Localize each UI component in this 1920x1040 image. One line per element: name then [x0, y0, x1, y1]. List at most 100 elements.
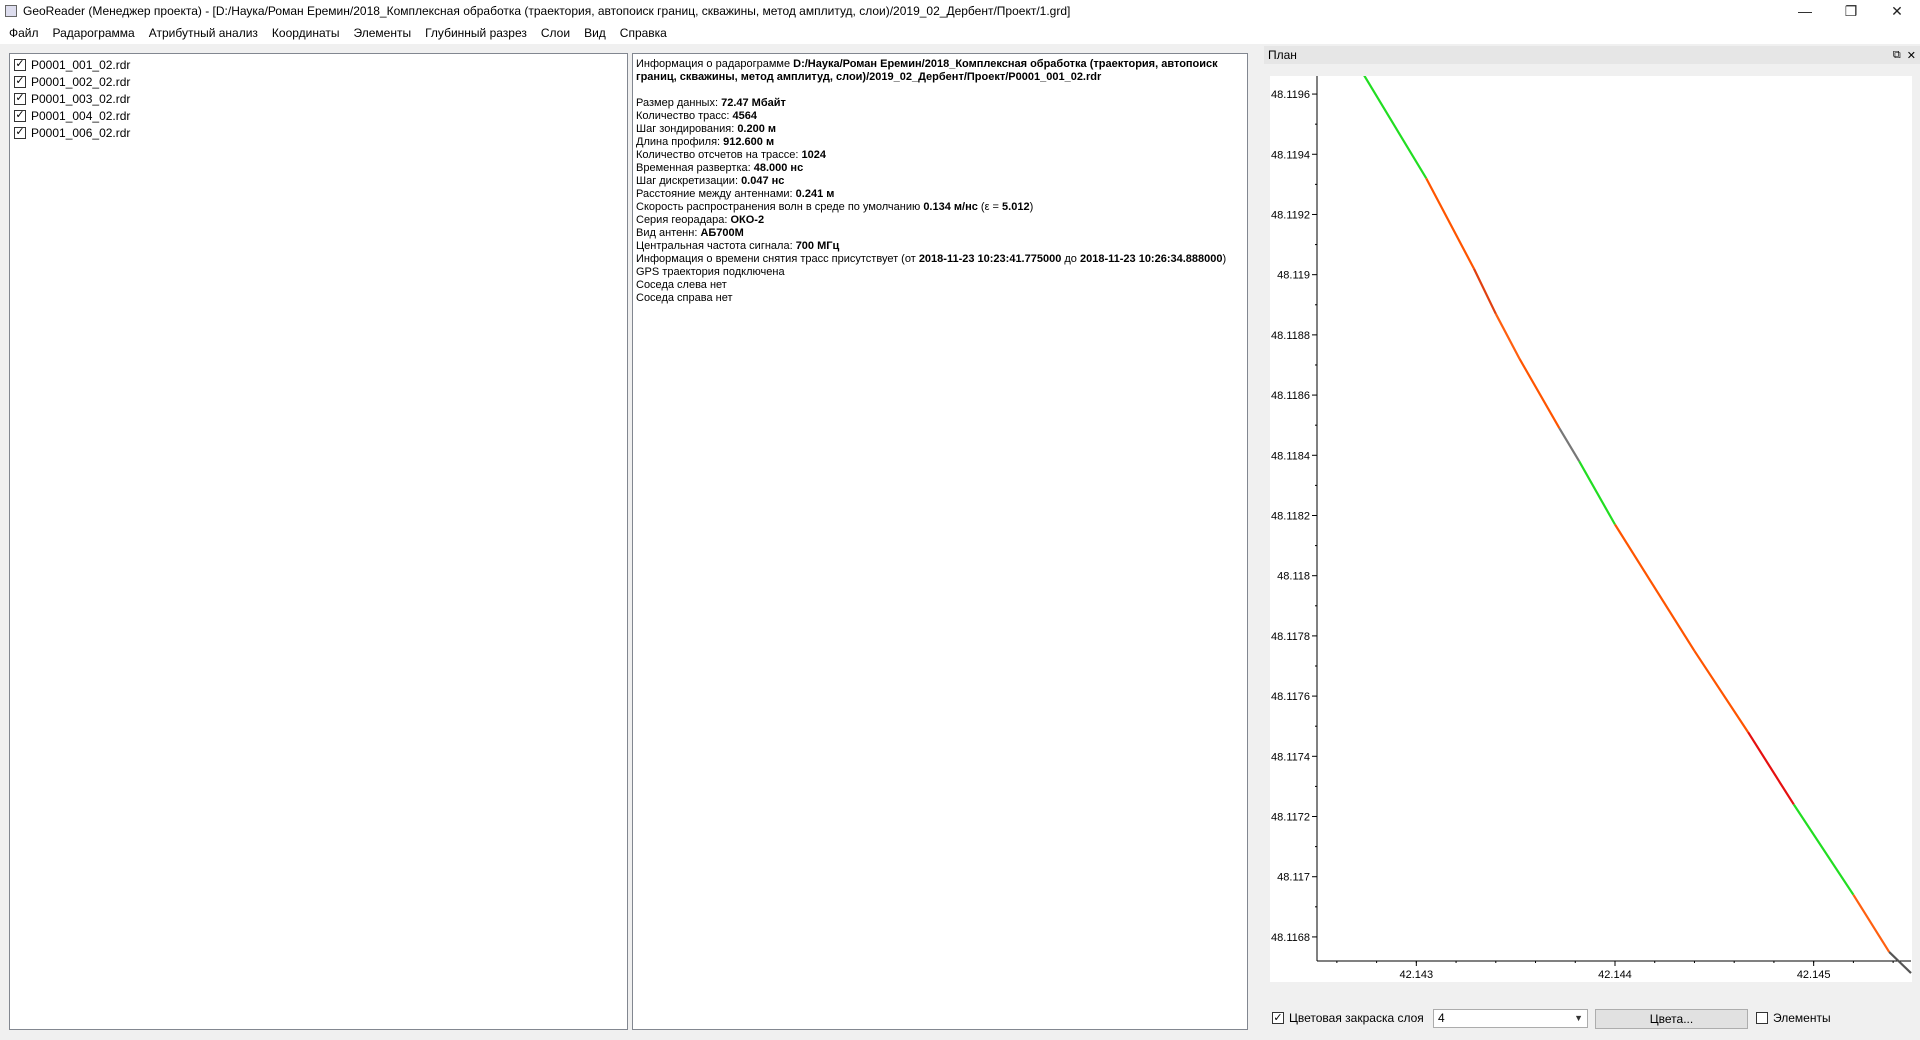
- info-value: ОКО-2: [730, 214, 765, 226]
- window-title: GeoReader (Менеджер проекта) - [D:/Наука…: [23, 4, 1071, 18]
- menu-attribute-analysis[interactable]: Атрибутный анализ: [142, 22, 265, 44]
- menu-radargram[interactable]: Радарограмма: [46, 22, 142, 44]
- info-row: Временная развертка: 48.000 нс: [636, 162, 1244, 175]
- y-tick-label: 48.1186: [1271, 390, 1310, 402]
- trajectory-segment: [1472, 268, 1497, 315]
- trajectory-segment: [1558, 427, 1581, 462]
- menu-file[interactable]: Файл: [2, 22, 46, 44]
- menu-layers[interactable]: Слои: [534, 22, 577, 44]
- info-label: Центральная частота сигнала:: [636, 240, 796, 252]
- file-name: P0001_003_02.rdr: [31, 91, 131, 106]
- info-row: Серия георадара: ОКО-2: [636, 214, 1244, 227]
- close-icon[interactable]: ✕: [1874, 0, 1920, 22]
- plan-dock-title: План ⧉ ✕: [1264, 46, 1920, 64]
- info-label: Серия георадара:: [636, 214, 731, 226]
- restore-icon[interactable]: ❐: [1828, 0, 1874, 22]
- file-item[interactable]: ✓ P0001_006_02.rdr: [14, 124, 623, 141]
- info-value: 2018-11-23 10:23:41.775000: [918, 253, 1062, 265]
- info-label: Скорость распространения волн в среде по…: [636, 201, 924, 213]
- chevron-down-icon: ▼: [1574, 1013, 1583, 1023]
- x-tick-label: 42.145: [1797, 969, 1831, 981]
- file-item[interactable]: ✓ P0001_002_02.rdr: [14, 73, 623, 90]
- file-checkbox[interactable]: ✓: [14, 109, 26, 122]
- info-row: Количество трасс: 4564: [636, 110, 1244, 123]
- y-tick-label: 48.1196: [1271, 89, 1310, 101]
- info-row: Расстояние между антеннами: 0.241 м: [636, 188, 1244, 201]
- close-icon[interactable]: ✕: [1907, 49, 1916, 62]
- info-value: 48.000 нс: [753, 162, 804, 174]
- info-label: Шаг зондирования:: [636, 123, 738, 135]
- info-label: ): [1029, 201, 1034, 213]
- file-checkbox[interactable]: ✓: [14, 126, 26, 139]
- info-label: ): [1222, 253, 1227, 265]
- info-row: Центральная частота сигнала: 700 МГц: [636, 240, 1244, 253]
- info-value: 912.600 м: [723, 136, 775, 148]
- info-label: Количество отсчетов на трассе:: [636, 149, 802, 161]
- menu-view[interactable]: Вид: [577, 22, 613, 44]
- info-gps-status: GPS траектория подключена: [636, 266, 785, 278]
- file-list-panel: ✓ P0001_001_02.rdr ✓ P0001_002_02.rdr ✓ …: [9, 53, 628, 1030]
- info-label: до: [1061, 253, 1080, 265]
- x-tick-label: 42.144: [1598, 969, 1632, 981]
- window-controls: — ❐ ✕: [1782, 0, 1920, 22]
- file-item[interactable]: ✓ P0001_004_02.rdr: [14, 107, 623, 124]
- info-time-row: Информация о времени снятия трасс присут…: [636, 253, 1244, 266]
- file-name: P0001_001_02.rdr: [31, 57, 131, 72]
- info-label: Вид антенн:: [636, 227, 701, 239]
- menu-coordinates[interactable]: Координаты: [265, 22, 347, 44]
- plan-chart[interactable]: 48.1196 48.1194 48.1192 48.119 48.1188 48.118…: [1270, 72, 1912, 982]
- info-row: Шаг зондирования: 0.200 м: [636, 123, 1244, 136]
- file-checkbox[interactable]: ✓: [14, 58, 26, 71]
- menu-depth-section[interactable]: Глубинный разрез: [418, 22, 534, 44]
- elements-checkbox[interactable]: [1756, 1012, 1768, 1024]
- float-icon[interactable]: ⧉: [1893, 49, 1901, 62]
- color-fill-toggle[interactable]: ✓ Цветовая закраска слоя: [1272, 1011, 1424, 1025]
- y-tick-label: 48.117: [1277, 872, 1310, 884]
- info-left-neighbor: Соседа слева нет: [636, 279, 727, 291]
- elements-toggle[interactable]: Элементы: [1756, 1011, 1831, 1025]
- file-name: P0001_006_02.rdr: [31, 125, 131, 140]
- file-checkbox[interactable]: ✓: [14, 75, 26, 88]
- trajectory-segment: [1693, 650, 1750, 733]
- app-icon: [5, 5, 17, 17]
- info-row: Шаг дискретизации: 0.047 нс: [636, 175, 1244, 188]
- info-row: Вид антенн: АБ700М: [636, 227, 1244, 240]
- info-value: 1024: [801, 149, 826, 161]
- info-label: Длина профиля:: [636, 136, 724, 148]
- menu-help[interactable]: Справка: [613, 22, 674, 44]
- y-tick-label: 48.1184: [1271, 450, 1310, 462]
- file-checkbox[interactable]: ✓: [14, 92, 26, 105]
- trajectory-segment: [1578, 460, 1616, 526]
- y-tick-label: 48.1168: [1271, 932, 1310, 944]
- info-label: Временная развертка:: [636, 162, 754, 174]
- file-item[interactable]: ✓ P0001_001_02.rdr: [14, 56, 623, 73]
- info-row: Размер данных: 72.47 Мбайт: [636, 97, 1244, 110]
- menu-elements[interactable]: Элементы: [347, 22, 419, 44]
- colors-button[interactable]: Цвета...: [1595, 1009, 1748, 1029]
- info-value: 5.012: [1002, 201, 1030, 213]
- color-fill-checkbox[interactable]: ✓: [1272, 1012, 1284, 1024]
- info-header-label: Информация о радарограмме: [636, 58, 794, 70]
- y-tick-label: 48.1182: [1271, 510, 1310, 522]
- layer-select-value: 4: [1438, 1011, 1445, 1025]
- file-item[interactable]: ✓ P0001_003_02.rdr: [14, 90, 623, 107]
- info-header: Информация о радарограмме D:/Наука/Роман…: [636, 58, 1244, 84]
- plan-dock-title-text: План: [1268, 48, 1297, 62]
- info-value: 0.047 нс: [741, 175, 785, 187]
- plan-controls: ✓ Цветовая закраска слоя 4 ▼ Цвета... Эл…: [1264, 1007, 1920, 1031]
- info-label: Количество трасс:: [636, 110, 733, 122]
- y-tick-label: 48.1174: [1271, 751, 1310, 763]
- info-label: Шаг дискретизации:: [636, 175, 742, 187]
- trajectory-segment: [1888, 951, 1912, 974]
- info-value: 72.47 Мбайт: [721, 97, 786, 109]
- plan-plot[interactable]: 48.1196 48.1194 48.1192 48.119 48.1188 48.118…: [1270, 72, 1912, 982]
- y-tick-label: 48.1176: [1271, 691, 1310, 703]
- y-tick-label: 48.1188: [1271, 330, 1310, 342]
- minimize-icon[interactable]: —: [1782, 0, 1828, 22]
- layer-select[interactable]: 4 ▼: [1433, 1009, 1588, 1028]
- trajectory-segment: [1518, 358, 1561, 429]
- y-tick-label: 48.118: [1277, 571, 1310, 583]
- trajectory-segment: [1361, 72, 1428, 179]
- info-value: АБ700М: [700, 227, 744, 239]
- y-tick-label: 48.1194: [1271, 149, 1310, 161]
